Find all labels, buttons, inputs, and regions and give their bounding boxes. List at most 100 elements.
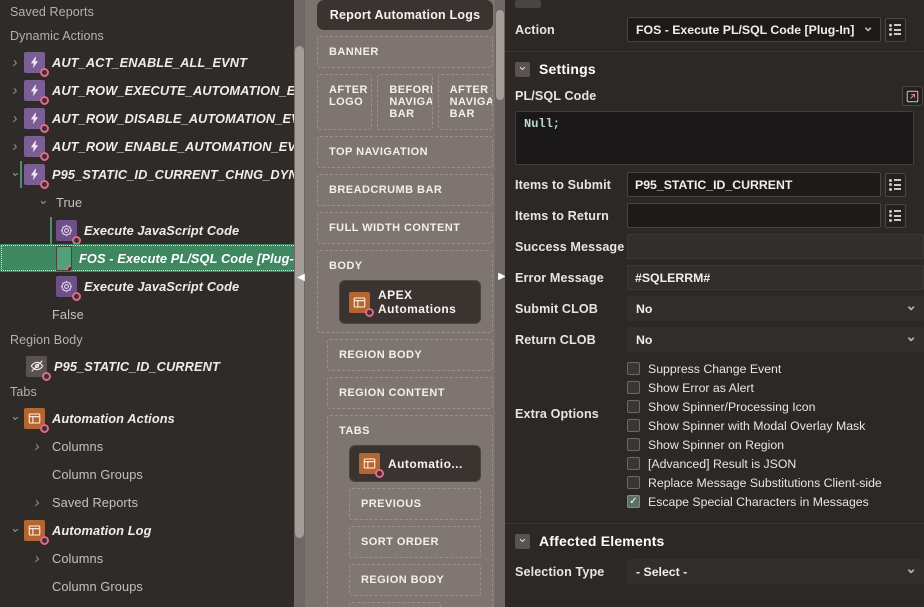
checkbox-icon-checked[interactable] <box>627 495 640 508</box>
plsql-code-editor[interactable]: Null; <box>515 111 914 165</box>
tree-branch-false[interactable]: False <box>0 300 305 328</box>
layout-position-after-navigation-bar[interactable]: AFTER NAVIGATION BAR <box>437 74 493 130</box>
expand-toggle[interactable] <box>6 111 24 126</box>
tree-item-action-selected[interactable]: FOS - Execute PL/SQL Code [Plug-In] <box>0 244 305 272</box>
tree-item-label: P95_STATIC_ID_CURRENT <box>54 358 220 374</box>
tree-item-dynamic-action[interactable]: AUT_ROW_EXECUTE_AUTOMATION_EVNT <box>0 76 305 105</box>
layout-page-title[interactable]: Report Automation Logs <box>317 0 493 30</box>
checkbox-suppress-change-event[interactable]: Suppress Change Event <box>627 359 924 378</box>
checkbox-icon[interactable] <box>627 381 640 394</box>
checkbox-show-error-as-alert[interactable]: Show Error as Alert <box>627 378 924 397</box>
checkbox-advanced-result-is-json[interactable]: [Advanced] Result is JSON <box>627 454 924 473</box>
layout-position-full-width-content[interactable]: FULL WIDTH CONTENT <box>317 212 493 244</box>
chevron-down-icon[interactable] <box>515 533 530 549</box>
action-select[interactable]: FOS - Execute PL/SQL Code [Plug-In] <box>627 17 881 42</box>
checkbox-icon[interactable] <box>627 400 640 413</box>
checkbox-show-spinner-processing-icon[interactable]: Show Spinner/Processing Icon <box>627 397 924 416</box>
tree-item-column-groups[interactable]: Column Groups <box>0 572 305 600</box>
section-header-affected-elements[interactable]: Affected Elements <box>505 523 924 556</box>
tree-item-dynamic-action[interactable]: AUT_ROW_DISABLE_AUTOMATION_EVNT <box>0 104 305 133</box>
tree-item-dynamic-action-expanded[interactable]: P95_STATIC_ID_CURRENT_CHNG_DYN <box>0 160 305 189</box>
checkbox-icon[interactable] <box>627 362 640 375</box>
layout-position-banner[interactable]: BANNER <box>317 36 493 68</box>
layout-position-tabs[interactable]: TABS Automatio... PREVIOUS SORT ORDER RE… <box>327 415 493 607</box>
return-clob-select[interactable]: No <box>627 327 924 352</box>
collapse-toggle[interactable] <box>6 523 24 537</box>
layout-position-sort-order[interactable]: SORT ORDER <box>349 526 481 558</box>
items-to-submit-lov-button[interactable] <box>885 172 906 197</box>
chevron-right-icon <box>35 439 40 454</box>
tree-scrollbar[interactable] <box>294 0 305 607</box>
chevron-right-icon <box>35 551 40 566</box>
tree-item-columns[interactable]: Columns <box>0 544 305 572</box>
layout-position-body[interactable]: BODY APEX Automations <box>317 250 493 333</box>
status-dot-icon <box>365 307 374 317</box>
property-row-return-clob: Return CLOB No <box>505 324 924 355</box>
submit-clob-select[interactable]: No <box>627 296 924 321</box>
checkbox-replace-message-substitutions-client-side[interactable]: Replace Message Substitutions Client-sid… <box>627 473 924 492</box>
items-to-return-lov-button[interactable] <box>885 203 906 228</box>
checkbox-show-spinner-on-region[interactable]: Show Spinner on Region <box>627 435 924 454</box>
property-field-items-to-submit: P95_STATIC_ID_CURRENT <box>627 172 924 197</box>
rendering-tree-panel: Saved Reports Dynamic Actions AUT_ACT_EN… <box>0 0 305 607</box>
section-header-settings[interactable]: Settings <box>505 51 924 84</box>
expand-toggle[interactable] <box>6 55 24 70</box>
expand-toggle[interactable] <box>28 495 46 510</box>
layout-position-tab-region-content[interactable]: REGION CONTENT <box>349 602 441 607</box>
tree-branch-true[interactable]: True <box>0 188 305 216</box>
tree-item-action[interactable]: Execute JavaScript Code <box>0 216 305 245</box>
layout-scrollbar-thumb[interactable] <box>496 10 504 100</box>
expand-toggle[interactable] <box>6 139 24 154</box>
collapse-tree-panel-icon[interactable]: ◀ <box>295 269 305 287</box>
checkbox-show-spinner-with-modal-overlay-mask[interactable]: Show Spinner with Modal Overlay Mask <box>627 416 924 435</box>
tree-item-dynamic-action[interactable]: AUT_ACT_ENABLE_ALL_EVNT <box>0 48 305 77</box>
tree-item-dynamic-action[interactable]: AUT_ROW_ENABLE_AUTOMATION_EVNT <box>0 132 305 161</box>
tree-item-region-automation-log[interactable]: Automation Log <box>0 516 305 545</box>
tree-item-label: AUT_ROW_EXECUTE_AUTOMATION_EVNT <box>52 82 305 98</box>
layout-position-tab-region-body[interactable]: REGION BODY <box>349 564 481 596</box>
checkbox-icon[interactable] <box>627 476 640 489</box>
chevron-down-icon[interactable] <box>515 61 530 77</box>
collapse-toggle[interactable] <box>34 195 52 209</box>
layout-position-breadcrumb-bar[interactable]: BREADCRUMB BAR <box>317 174 493 206</box>
property-row-action: Action FOS - Execute PL/SQL Code [Plug-I… <box>505 14 924 45</box>
expand-code-editor-button[interactable] <box>902 86 923 106</box>
extra-options-checkbox-group: Suppress Change Event Show Error as Aler… <box>627 359 924 511</box>
property-row-selection-type: Selection Type - Select - <box>505 556 924 587</box>
success-message-input[interactable] <box>627 234 924 259</box>
tree-item-saved-reports[interactable]: Saved Reports <box>0 488 305 516</box>
layout-position-region-content[interactable]: REGION CONTENT <box>327 377 493 409</box>
expand-toggle[interactable] <box>28 551 46 566</box>
error-message-input[interactable]: #SQLERRM# <box>627 265 924 290</box>
layout-region-apex-automations[interactable]: APEX Automations <box>339 280 481 324</box>
layout-position-region-body[interactable]: REGION BODY <box>327 339 493 371</box>
layout-position-after-logo[interactable]: AFTER LOGO <box>317 74 373 130</box>
layout-region-automation-tab[interactable]: Automatio... <box>349 445 481 482</box>
selection-type-select[interactable]: - Select - <box>627 559 924 584</box>
action-menu-button[interactable] <box>885 17 906 42</box>
layout-scrollbar[interactable] <box>495 0 505 607</box>
layout-position-top-navigation[interactable]: TOP NAVIGATION <box>317 136 493 168</box>
items-to-return-input[interactable] <box>627 203 881 228</box>
tree-item-column-groups[interactable]: Column Groups <box>0 460 305 488</box>
tree-item-columns[interactable]: Columns <box>0 432 305 460</box>
checkbox-icon[interactable] <box>627 457 640 470</box>
tree-scroll-area[interactable]: Saved Reports Dynamic Actions AUT_ACT_EN… <box>0 0 305 600</box>
checkbox-icon[interactable] <box>627 419 640 432</box>
collapse-toggle[interactable] <box>6 411 24 425</box>
layout-position-before-navigation-bar[interactable]: BEFORE NAVIGATION BAR <box>377 74 433 130</box>
checkbox-icon[interactable] <box>627 438 640 451</box>
plsql-code-value: Null; <box>524 117 561 131</box>
chevron-down-icon <box>905 563 917 580</box>
tree-item-region-automation-actions[interactable]: Automation Actions <box>0 404 305 433</box>
tree-item-page-item[interactable]: P95_STATIC_ID_CURRENT <box>0 352 305 381</box>
checkbox-escape-special-characters-in-messages[interactable]: Escape Special Characters in Messages <box>627 492 924 511</box>
items-to-submit-input[interactable]: P95_STATIC_ID_CURRENT <box>627 172 881 197</box>
expand-toggle[interactable] <box>6 83 24 98</box>
tree-scrollbar-thumb[interactable] <box>295 46 304 538</box>
collapse-layout-panel-icon[interactable]: ▶ <box>496 268 505 286</box>
tree-item-action[interactable]: Execute JavaScript Code <box>0 272 305 301</box>
expand-toggle[interactable] <box>28 439 46 454</box>
property-row-plsql-code: PL/SQL Code <box>505 84 924 108</box>
layout-position-previous[interactable]: PREVIOUS <box>349 488 481 520</box>
